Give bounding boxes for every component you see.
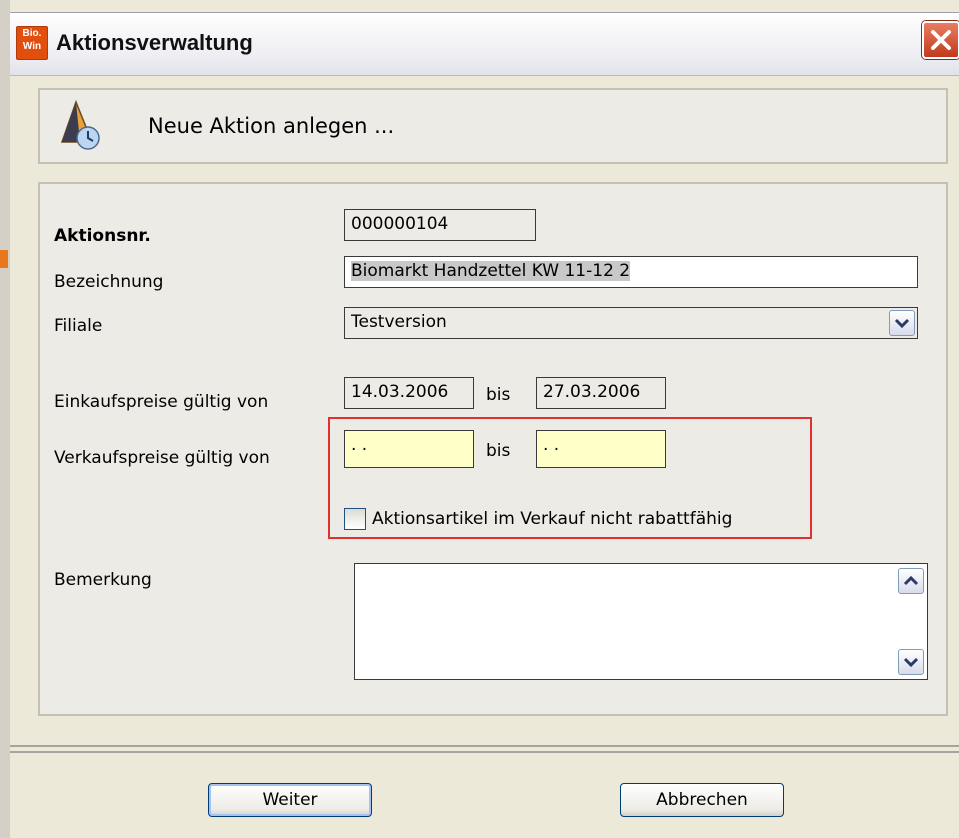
window-title: Aktionsverwaltung [56, 30, 253, 55]
aktionsnr-label: Aktionsnr. [54, 226, 151, 246]
rabatt-checkbox-label[interactable]: Aktionsartikel im Verkauf nicht rabattfä… [372, 509, 732, 529]
einkauf-label: Einkaufspreise gültig von [54, 392, 269, 412]
filiale-label: Filiale [54, 316, 103, 336]
filiale-select[interactable]: Testversion [344, 307, 918, 339]
dropdown-button[interactable] [889, 310, 915, 336]
einkauf-from-field[interactable]: 14.03.2006 [344, 377, 474, 409]
aktionsnr-field: 000000104 [344, 209, 536, 241]
footer-divider [10, 751, 959, 753]
chevron-down-icon [894, 318, 910, 329]
title-bar[interactable]: Bio. Win Aktionsverwaltung [10, 12, 959, 76]
abbrechen-button[interactable]: Abbrechen [620, 783, 784, 817]
verkauf-bis-label: bis [486, 441, 511, 461]
campaign-clock-icon [60, 99, 100, 150]
bezeichnung-label: Bezeichnung [54, 272, 164, 292]
bezeichnung-value: Biomarkt Handzettel KW 11-12 2 [351, 261, 631, 281]
background-app-icon [0, 250, 8, 268]
verkauf-label: Verkaufspreise gültig von [54, 448, 270, 468]
bemerkung-label: Bemerkung [54, 570, 152, 590]
einkauf-bis-label: bis [486, 385, 511, 405]
bemerkung-textarea[interactable] [354, 563, 928, 680]
app-icon-text-2: Win [22, 41, 42, 52]
chevron-down-icon [903, 657, 919, 668]
app-icon: Bio. Win [16, 26, 48, 60]
chevron-up-icon [903, 575, 919, 586]
bezeichnung-input[interactable]: Biomarkt Handzettel KW 11-12 2 [344, 256, 918, 288]
weiter-button[interactable]: Weiter [208, 783, 372, 817]
dialog-window: Bio. Win Aktionsverwaltung Neue Aktion a… [10, 0, 959, 838]
header-text: Neue Aktion anlegen ... [148, 114, 395, 138]
filiale-value: Testversion [351, 312, 447, 332]
verkauf-to-input[interactable]: . . [536, 430, 666, 468]
scroll-down-button[interactable] [898, 649, 924, 675]
scroll-up-button[interactable] [898, 568, 924, 594]
einkauf-to-field[interactable]: 27.03.2006 [536, 377, 666, 409]
close-icon [931, 30, 951, 50]
footer-divider [10, 745, 959, 747]
app-icon-text-1: Bio. [22, 28, 42, 39]
verkauf-from-input[interactable]: . . [344, 430, 474, 468]
rabatt-checkbox[interactable] [344, 508, 366, 530]
header-panel: Neue Aktion anlegen ... [38, 88, 948, 164]
close-button[interactable] [922, 21, 959, 59]
